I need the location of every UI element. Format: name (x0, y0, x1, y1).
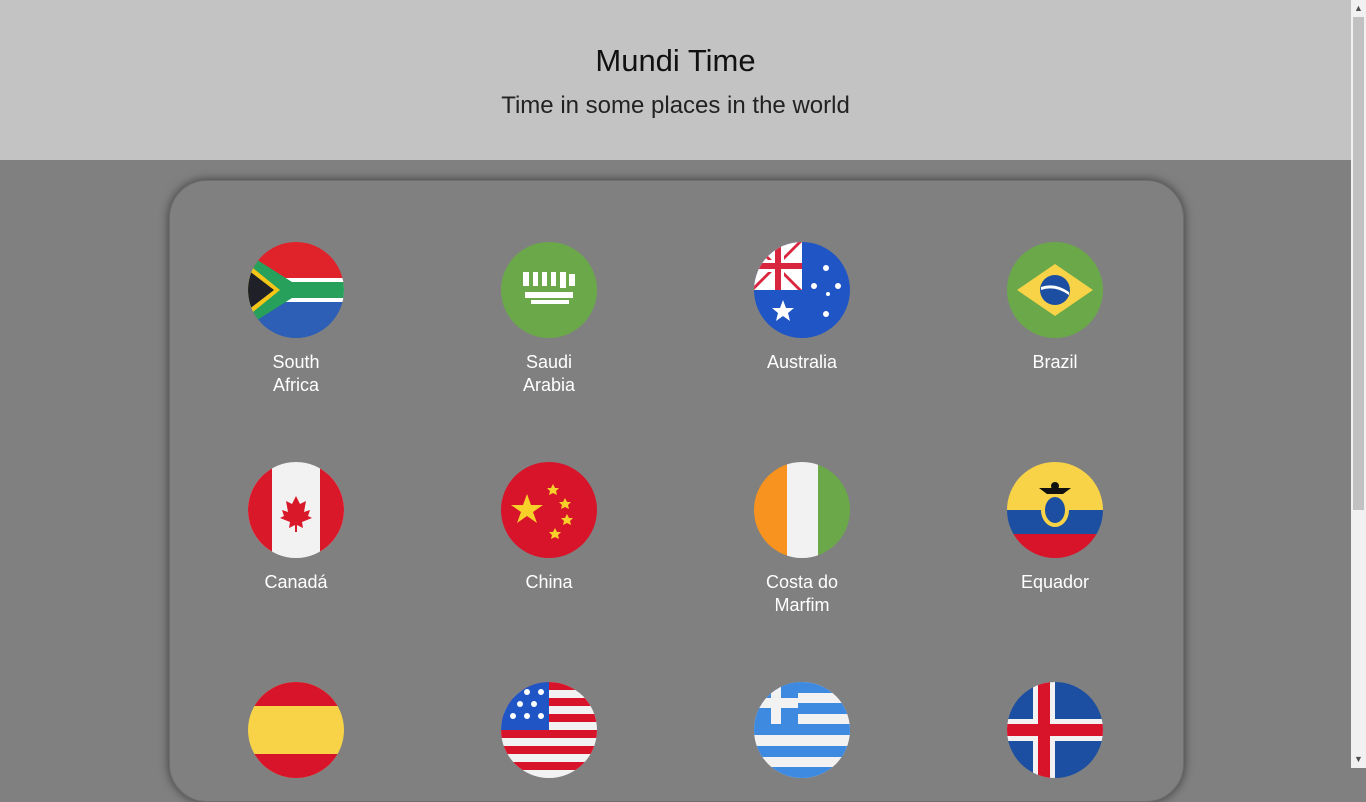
country-south-africa[interactable]: South Africa (216, 242, 376, 397)
country-saudi-arabia[interactable]: Saudi Arabia (469, 242, 629, 397)
ivory-coast-flag-icon (754, 462, 850, 558)
ecuador-flag-icon (1007, 462, 1103, 558)
greece-flag-icon (754, 682, 850, 778)
south-africa-flag-icon (248, 242, 344, 338)
country-name: Saudi Arabia (522, 352, 576, 395)
country-iceland[interactable] (975, 682, 1135, 791)
scroll-down-icon[interactable]: ▼ (1351, 751, 1366, 768)
country-name: Australia (766, 352, 838, 372)
brazil-flag-icon (1007, 242, 1103, 338)
header: Mundi Time Time in some places in the wo… (0, 0, 1351, 160)
country-spain[interactable] (216, 682, 376, 791)
australia-flag-icon (754, 242, 850, 338)
country-brazil[interactable]: Brazil (975, 242, 1135, 374)
country-ivory-coast[interactable]: Costa do Marfim (722, 462, 882, 617)
country-name: Equador (1020, 572, 1090, 592)
vertical-scrollbar[interactable]: ▲ ▼ (1351, 0, 1366, 768)
iceland-flag-icon (1007, 682, 1103, 778)
country-usa[interactable] (469, 682, 629, 791)
saudi-arabia-flag-icon (501, 242, 597, 338)
scroll-up-icon[interactable]: ▲ (1351, 0, 1366, 17)
country-china[interactable]: China (469, 462, 629, 594)
country-canada[interactable]: Canadá (216, 462, 376, 594)
country-australia[interactable]: Australia (722, 242, 882, 374)
scrollbar-thumb[interactable] (1353, 17, 1364, 510)
countries-panel: South Africa Saudi Arabia Australia Braz… (169, 180, 1184, 802)
country-name: South Africa (272, 352, 320, 395)
country-name: Brazil (1032, 352, 1078, 372)
country-name: Canadá (264, 572, 328, 592)
usa-flag-icon (501, 682, 597, 778)
spain-flag-icon (248, 682, 344, 778)
page-title: Mundi Time (595, 43, 756, 78)
country-greece[interactable] (722, 682, 882, 791)
country-name: Costa do Marfim (765, 572, 839, 615)
canada-flag-icon (248, 462, 344, 558)
country-name: China (525, 572, 573, 592)
page-subtitle: Time in some places in the world (501, 92, 850, 119)
china-flag-icon (501, 462, 597, 558)
country-ecuador[interactable]: Equador (975, 462, 1135, 594)
